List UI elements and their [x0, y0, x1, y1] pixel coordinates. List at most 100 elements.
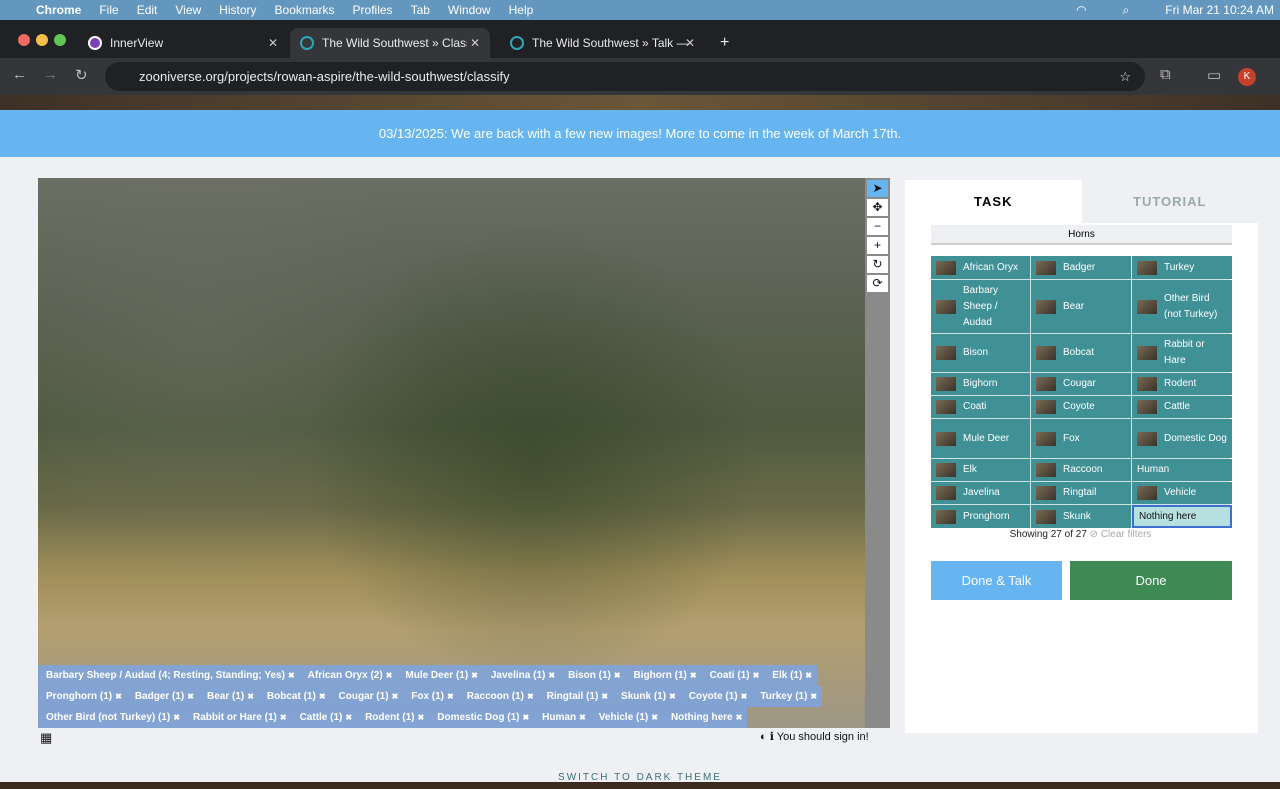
menu-file[interactable]: File: [99, 3, 118, 17]
species-chip[interactable]: Bobcat (1) ✖: [258, 686, 331, 707]
choice-cattle[interactable]: Cattle: [1132, 396, 1232, 418]
species-chip[interactable]: Cattle (1) ✖: [291, 707, 358, 728]
choice-rodent[interactable]: Rodent: [1132, 373, 1232, 395]
remove-chip-icon[interactable]: ✖: [392, 686, 399, 707]
choice-cougar[interactable]: Cougar: [1031, 373, 1131, 395]
zoom-out-icon[interactable]: −: [867, 218, 888, 235]
back-icon[interactable]: ←: [12, 66, 27, 83]
choice-bobcat[interactable]: Bobcat: [1031, 334, 1131, 372]
menu-bookmarks[interactable]: Bookmarks: [275, 3, 335, 17]
menu-window[interactable]: Window: [448, 3, 491, 17]
menu-profiles[interactable]: Profiles: [353, 3, 393, 17]
choice-coati[interactable]: Coati: [931, 396, 1030, 418]
tab-innerview[interactable]: InnerView ✕: [78, 28, 288, 58]
remove-chip-icon[interactable]: ✖: [247, 686, 254, 707]
species-chip[interactable]: African Oryx (2) ✖: [299, 665, 398, 686]
species-chip[interactable]: Bear (1) ✖: [198, 686, 259, 707]
remove-chip-icon[interactable]: ✖: [614, 665, 621, 686]
remove-chip-icon[interactable]: ✖: [690, 665, 697, 686]
menu-app[interactable]: Chrome: [36, 3, 81, 17]
remove-chip-icon[interactable]: ✖: [471, 665, 478, 686]
remove-chip-icon[interactable]: ✖: [345, 707, 352, 728]
choice-rabbit-or-hare[interactable]: Rabbit or Hare: [1132, 334, 1232, 372]
species-chip[interactable]: Pronghorn (1) ✖: [38, 686, 127, 707]
choice-bighorn[interactable]: Bighorn: [931, 373, 1030, 395]
zoom-in-icon[interactable]: +: [867, 237, 888, 254]
species-chip[interactable]: Cougar (1) ✖: [330, 686, 404, 707]
remove-chip-icon[interactable]: ✖: [288, 665, 295, 686]
menu-tab[interactable]: Tab: [411, 3, 430, 17]
choice-skunk[interactable]: Skunk: [1031, 505, 1131, 528]
tab-task[interactable]: TASK: [905, 180, 1082, 223]
remove-chip-icon[interactable]: ✖: [579, 707, 586, 728]
move-icon[interactable]: ✥: [867, 199, 888, 216]
filter-horns[interactable]: Horns: [931, 225, 1232, 245]
species-chip[interactable]: Elk (1) ✖: [764, 665, 817, 686]
species-chip[interactable]: Rabbit or Hare (1) ✖: [184, 707, 292, 728]
choice-other-bird-not-turkey[interactable]: Other Bird (not Turkey): [1132, 280, 1232, 333]
remove-chip-icon[interactable]: ✖: [741, 686, 748, 707]
species-chip[interactable]: Other Bird (not Turkey) (1) ✖: [38, 707, 185, 728]
species-chip[interactable]: Turkey (1) ✖: [752, 686, 823, 707]
species-chip[interactable]: Raccoon (1) ✖: [458, 686, 539, 707]
species-chip[interactable]: Fox (1) ✖: [403, 686, 459, 707]
remove-chip-icon[interactable]: ✖: [418, 707, 425, 728]
profile-avatar[interactable]: K: [1238, 68, 1256, 86]
species-chip[interactable]: Rodent (1) ✖: [357, 707, 430, 728]
clock[interactable]: Fri Mar 21 10:24 AM: [1165, 3, 1274, 17]
species-chip[interactable]: Domestic Dog (1) ✖: [429, 707, 535, 728]
choice-turkey[interactable]: Turkey: [1132, 256, 1232, 279]
species-chip[interactable]: Mule Deer (1) ✖: [397, 665, 483, 686]
remove-chip-icon[interactable]: ✖: [447, 686, 454, 707]
remove-chip-icon[interactable]: ✖: [651, 707, 658, 728]
choice-mule-deer[interactable]: Mule Deer: [931, 419, 1030, 458]
remove-chip-icon[interactable]: ✖: [527, 686, 534, 707]
choice-pronghorn[interactable]: Pronghorn: [931, 505, 1030, 528]
choice-javelina[interactable]: Javelina: [931, 482, 1030, 504]
species-chip[interactable]: Bighorn (1) ✖: [625, 665, 702, 686]
remove-chip-icon[interactable]: ✖: [319, 686, 326, 707]
menu-history[interactable]: History: [219, 3, 256, 17]
tab-tutorial[interactable]: TUTORIAL: [1081, 180, 1258, 223]
url-input[interactable]: zooniverse.org/projects/rowan-aspire/the…: [105, 62, 1145, 91]
rotate-icon[interactable]: ↻: [867, 256, 888, 273]
tab-talk[interactable]: The Wild Southwest » Talk — ✕: [500, 28, 705, 58]
remove-chip-icon[interactable]: ✖: [187, 686, 194, 707]
choice-ringtail[interactable]: Ringtail: [1031, 482, 1131, 504]
choice-human[interactable]: Human: [1132, 459, 1232, 481]
remove-chip-icon[interactable]: ✖: [810, 686, 817, 707]
remove-chip-icon[interactable]: ✖: [805, 665, 812, 686]
choice-bear[interactable]: Bear: [1031, 280, 1131, 333]
menu-edit[interactable]: Edit: [137, 3, 158, 17]
remove-chip-icon[interactable]: ✖: [386, 665, 393, 686]
pointer-icon[interactable]: ➤: [867, 180, 888, 197]
choice-bison[interactable]: Bison: [931, 334, 1030, 372]
done-button[interactable]: Done: [1070, 561, 1232, 600]
remove-chip-icon[interactable]: ✖: [753, 665, 760, 686]
switch-dark-theme-button[interactable]: SWITCH TO DARK THEME: [0, 772, 1280, 783]
new-tab-button[interactable]: +: [710, 28, 739, 58]
search-icon[interactable]: ⌕: [1123, 3, 1130, 18]
bookmark-star-icon[interactable]: ☆: [1119, 62, 1131, 91]
remove-chip-icon[interactable]: ✖: [669, 686, 676, 707]
remove-chip-icon[interactable]: ✖: [601, 686, 608, 707]
remove-chip-icon[interactable]: ✖: [173, 707, 180, 728]
clear-filters-button[interactable]: ⊘ Clear filters: [1090, 529, 1152, 540]
species-chip[interactable]: Barbary Sheep / Audad (4; Resting, Stand…: [38, 665, 300, 686]
reload-icon[interactable]: ↻: [75, 66, 88, 84]
choice-barbary-sheep-audad[interactable]: Barbary Sheep / Audad: [931, 280, 1030, 333]
species-chip[interactable]: Nothing here ✖: [662, 707, 748, 728]
remove-chip-icon[interactable]: ✖: [115, 686, 122, 707]
choice-coyote[interactable]: Coyote: [1031, 396, 1131, 418]
remove-chip-icon[interactable]: ✖: [736, 707, 743, 728]
species-chip[interactable]: Human ✖: [534, 707, 591, 728]
remove-chip-icon[interactable]: ✖: [548, 665, 555, 686]
grid-icon[interactable]: ▦: [40, 730, 52, 746]
menu-help[interactable]: Help: [509, 3, 534, 17]
contrast-icon[interactable]: ◐: [760, 731, 767, 743]
close-tab-icon[interactable]: ✕: [268, 36, 278, 50]
choice-raccoon[interactable]: Raccoon: [1031, 459, 1131, 481]
subject-image[interactable]: Barbary Sheep / Audad (4; Resting, Stand…: [38, 178, 865, 728]
species-chip[interactable]: Coati (1) ✖: [701, 665, 765, 686]
close-tab-icon[interactable]: ✕: [470, 36, 480, 50]
